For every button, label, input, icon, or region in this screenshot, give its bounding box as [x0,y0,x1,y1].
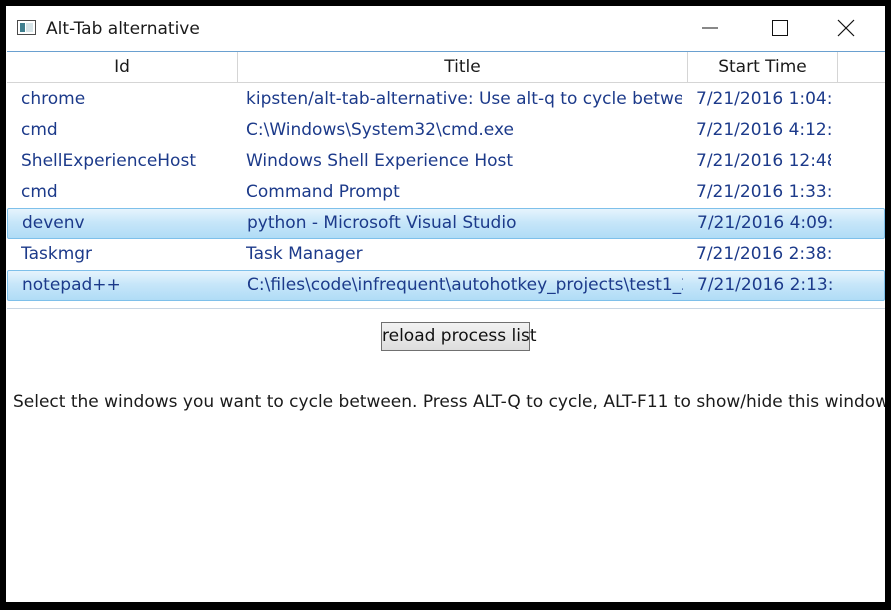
column-header-filler [838,52,885,82]
cell-start-time: 7/21/2016 4:09:3 [697,213,832,233]
cell-id: devenv [22,213,85,233]
table-row[interactable]: cmd C:\Windows\System32\cmd.exe 7/21/201… [7,115,885,146]
close-icon [837,19,855,37]
table-row[interactable]: cmd Command Prompt 7/21/2016 1:33:5 [7,177,885,208]
cell-start-time: 7/21/2016 4:12:2 [696,120,831,140]
table-row[interactable]: Taskmgr Task Manager 7/21/2016 2:38:1 [7,239,885,270]
close-button[interactable] [813,6,879,50]
title-bar[interactable]: Alt-Tab alternative [6,6,885,50]
column-header-title[interactable]: Title [238,52,688,82]
grid-header: Id Title Start Time [7,52,885,83]
cell-title: C:\Windows\System32\cmd.exe [246,120,514,140]
maximize-icon [772,20,788,36]
cell-title: Windows Shell Experience Host [246,151,514,171]
cell-id: Taskmgr [21,244,93,264]
cell-id: chrome [21,89,86,109]
cell-id: ShellExperienceHost [21,151,196,171]
cell-id: cmd [21,182,58,202]
cell-start-time: 7/21/2016 12:48: [696,151,831,171]
cell-title: Command Prompt [246,182,400,202]
table-row[interactable]: notepad++ C:\files\code\infrequent\autoh… [7,270,885,301]
reload-process-list-button[interactable]: reload process list [381,322,537,351]
cell-start-time: 7/21/2016 2:13:0 [697,275,832,295]
cell-start-time: 7/21/2016 1:33:5 [696,182,831,202]
table-row[interactable]: devenv python - Microsoft Visual Studio … [7,208,885,239]
cell-start-time: 7/21/2016 1:04:3 [696,89,831,109]
cell-title: Task Manager [246,244,363,264]
window-title: Alt-Tab alternative [46,19,200,39]
cell-id: notepad++ [22,275,121,295]
cell-id: cmd [21,120,58,140]
cell-title: C:\files\code\infrequent\autohotkey_proj… [247,275,683,295]
cell-start-time: 7/21/2016 2:38:1 [696,244,831,264]
cell-title: kipsten/alt-tab-alternative: Use alt-q t… [246,89,682,109]
instructions-text: Select the windows you want to cycle bet… [13,392,885,412]
process-list-grid[interactable]: Id Title Start Time chrome kipsten/alt-t… [7,51,885,309]
column-header-start-time[interactable]: Start Time [688,52,838,82]
cell-title: python - Microsoft Visual Studio [247,213,517,233]
maximize-button[interactable] [747,6,813,50]
app-window: Alt-Tab alternative Id Title Start Time [6,6,885,602]
minimize-icon [702,20,718,36]
table-row[interactable]: ShellExperienceHost Windows Shell Experi… [7,146,885,177]
minimize-button[interactable] [677,6,743,50]
table-row[interactable]: chrome kipsten/alt-tab-alternative: Use … [7,84,885,115]
app-window-icon [17,20,36,35]
column-header-id[interactable]: Id [7,52,238,82]
